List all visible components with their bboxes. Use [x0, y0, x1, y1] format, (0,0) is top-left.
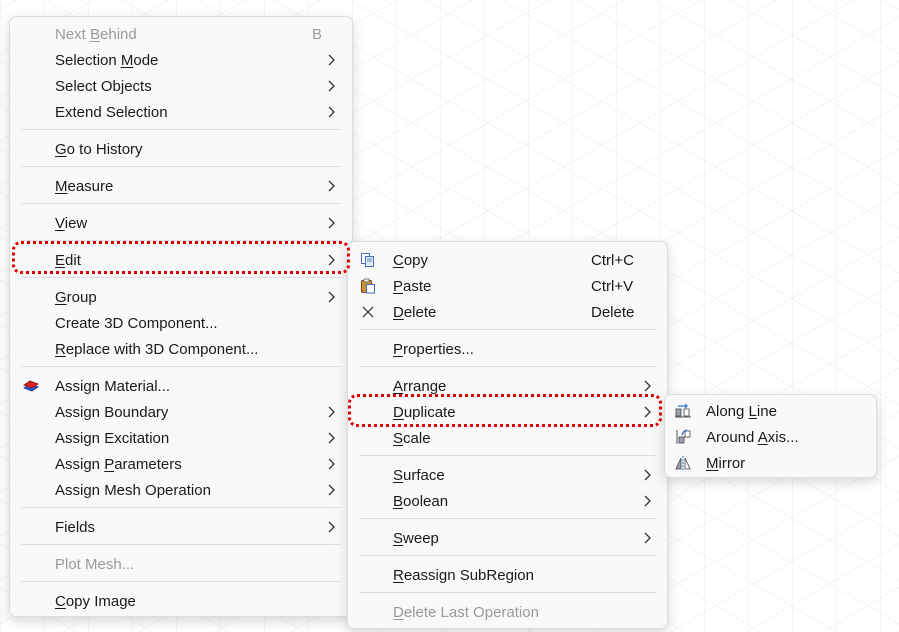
chevron-right-icon: [326, 431, 336, 445]
menu-item-scale[interactable]: Scale: [348, 425, 667, 451]
chevron-right-icon: [326, 253, 336, 267]
menu-item-next-behind: Next Behind B: [55, 25, 323, 43]
menu-item-around-axis[interactable]: Around Axis...: [665, 424, 876, 450]
menu-item-reassign-subregion[interactable]: Reassign SubRegion: [348, 562, 667, 588]
menu-separator: [21, 544, 341, 545]
material-icon: [22, 377, 40, 395]
chevron-right-icon: [326, 405, 336, 419]
paste-icon: [359, 277, 377, 295]
menu-item-arrange[interactable]: Arrange: [348, 373, 667, 399]
chevron-right-icon: [326, 79, 336, 93]
chevron-right-icon: [326, 216, 336, 230]
menu-item-replace-3d-component[interactable]: Replace with 3D Component...: [10, 336, 352, 362]
menu-item-shortcut: Delete: [591, 303, 635, 321]
menu-item-select-objects[interactable]: Select Objects: [10, 73, 352, 99]
menu-separator: [21, 366, 341, 367]
chevron-right-icon: [326, 520, 336, 534]
menu-item-shortcut: Ctrl+C: [591, 251, 634, 269]
menu-item-measure[interactable]: Measure: [10, 173, 352, 199]
menu-item-properties[interactable]: Properties...: [348, 336, 667, 362]
menu-item-view[interactable]: View: [10, 210, 352, 236]
menu-separator: [21, 277, 341, 278]
menu-item-delete[interactable]: Delete Delete: [348, 299, 667, 325]
menu-separator: [359, 366, 656, 367]
menu-item-boolean[interactable]: Boolean: [348, 488, 667, 514]
menu-item-assign-material[interactable]: Assign Material...: [10, 373, 352, 399]
menu-item-extend-selection[interactable]: Extend Selection: [10, 99, 352, 125]
menu-item-along-line[interactable]: Along Line: [665, 398, 876, 424]
chevron-right-icon: [326, 290, 336, 304]
copy-icon: [359, 251, 377, 269]
chevron-right-icon: [326, 53, 336, 67]
chevron-right-icon: [326, 179, 336, 193]
menu-item-duplicate[interactable]: Duplicate: [348, 399, 667, 425]
chevron-right-icon: [642, 405, 652, 419]
menu-item-shortcut: B: [312, 25, 323, 43]
menu-separator: [359, 455, 656, 456]
chevron-right-icon: [642, 379, 652, 393]
menu-item-edit[interactable]: Edit: [10, 247, 352, 273]
menu-item-shortcut: Ctrl+V: [591, 277, 634, 295]
menu-item-sweep[interactable]: Sweep: [348, 525, 667, 551]
menu-separator: [359, 555, 656, 556]
along-line-icon: [674, 402, 692, 420]
menu-item-assign-parameters[interactable]: Assign Parameters: [10, 451, 352, 477]
chevron-right-icon: [326, 457, 336, 471]
chevron-right-icon: [326, 483, 336, 497]
menu-separator: [359, 329, 656, 330]
menu-item-assign-boundary[interactable]: Assign Boundary: [10, 399, 352, 425]
duplicate-submenu: Along Line Around Axis... Mirror: [664, 394, 877, 478]
mirror-icon: [674, 454, 692, 472]
menu-item-selection-mode[interactable]: Selection Mode: [10, 47, 352, 73]
menu-item-assign-excitation[interactable]: Assign Excitation: [10, 425, 352, 451]
edit-submenu: Copy Ctrl+C Paste Ctrl+V Delete Delete P…: [347, 241, 668, 629]
menu-separator: [21, 507, 341, 508]
menu-separator: [21, 581, 341, 582]
chevron-right-icon: [326, 105, 336, 119]
menu-separator: [359, 592, 656, 593]
menu-separator: [21, 203, 341, 204]
menu-item-fields[interactable]: Fields: [10, 514, 352, 540]
menu-item-copy[interactable]: Copy Ctrl+C: [348, 247, 667, 273]
delete-icon: [359, 303, 377, 321]
chevron-right-icon: [642, 531, 652, 545]
chevron-right-icon: [642, 494, 652, 508]
menu-item-go-to-history[interactable]: Go to History: [10, 136, 352, 162]
menu-item-mirror[interactable]: Mirror: [665, 450, 876, 476]
around-axis-icon: [674, 428, 692, 446]
chevron-right-icon: [642, 468, 652, 482]
menu-item-copy-image[interactable]: Copy Image: [10, 588, 352, 614]
menu-item-create-3d-component[interactable]: Create 3D Component...: [10, 310, 352, 336]
menu-separator: [359, 518, 656, 519]
menu-separator: [21, 166, 341, 167]
menu-separator: [21, 240, 341, 241]
context-menu-main: Next Behind B Selection Mode Select Obje…: [9, 16, 353, 617]
menu-item-paste[interactable]: Paste Ctrl+V: [348, 273, 667, 299]
menu-item-delete-last-operation: Delete Last Operation: [393, 603, 539, 621]
menu-item-surface[interactable]: Surface: [348, 462, 667, 488]
menu-item-assign-mesh-operation[interactable]: Assign Mesh Operation: [10, 477, 352, 503]
menu-item-plot-mesh: Plot Mesh...: [55, 555, 135, 573]
menu-separator: [21, 129, 341, 130]
menu-item-group[interactable]: Group: [10, 284, 352, 310]
